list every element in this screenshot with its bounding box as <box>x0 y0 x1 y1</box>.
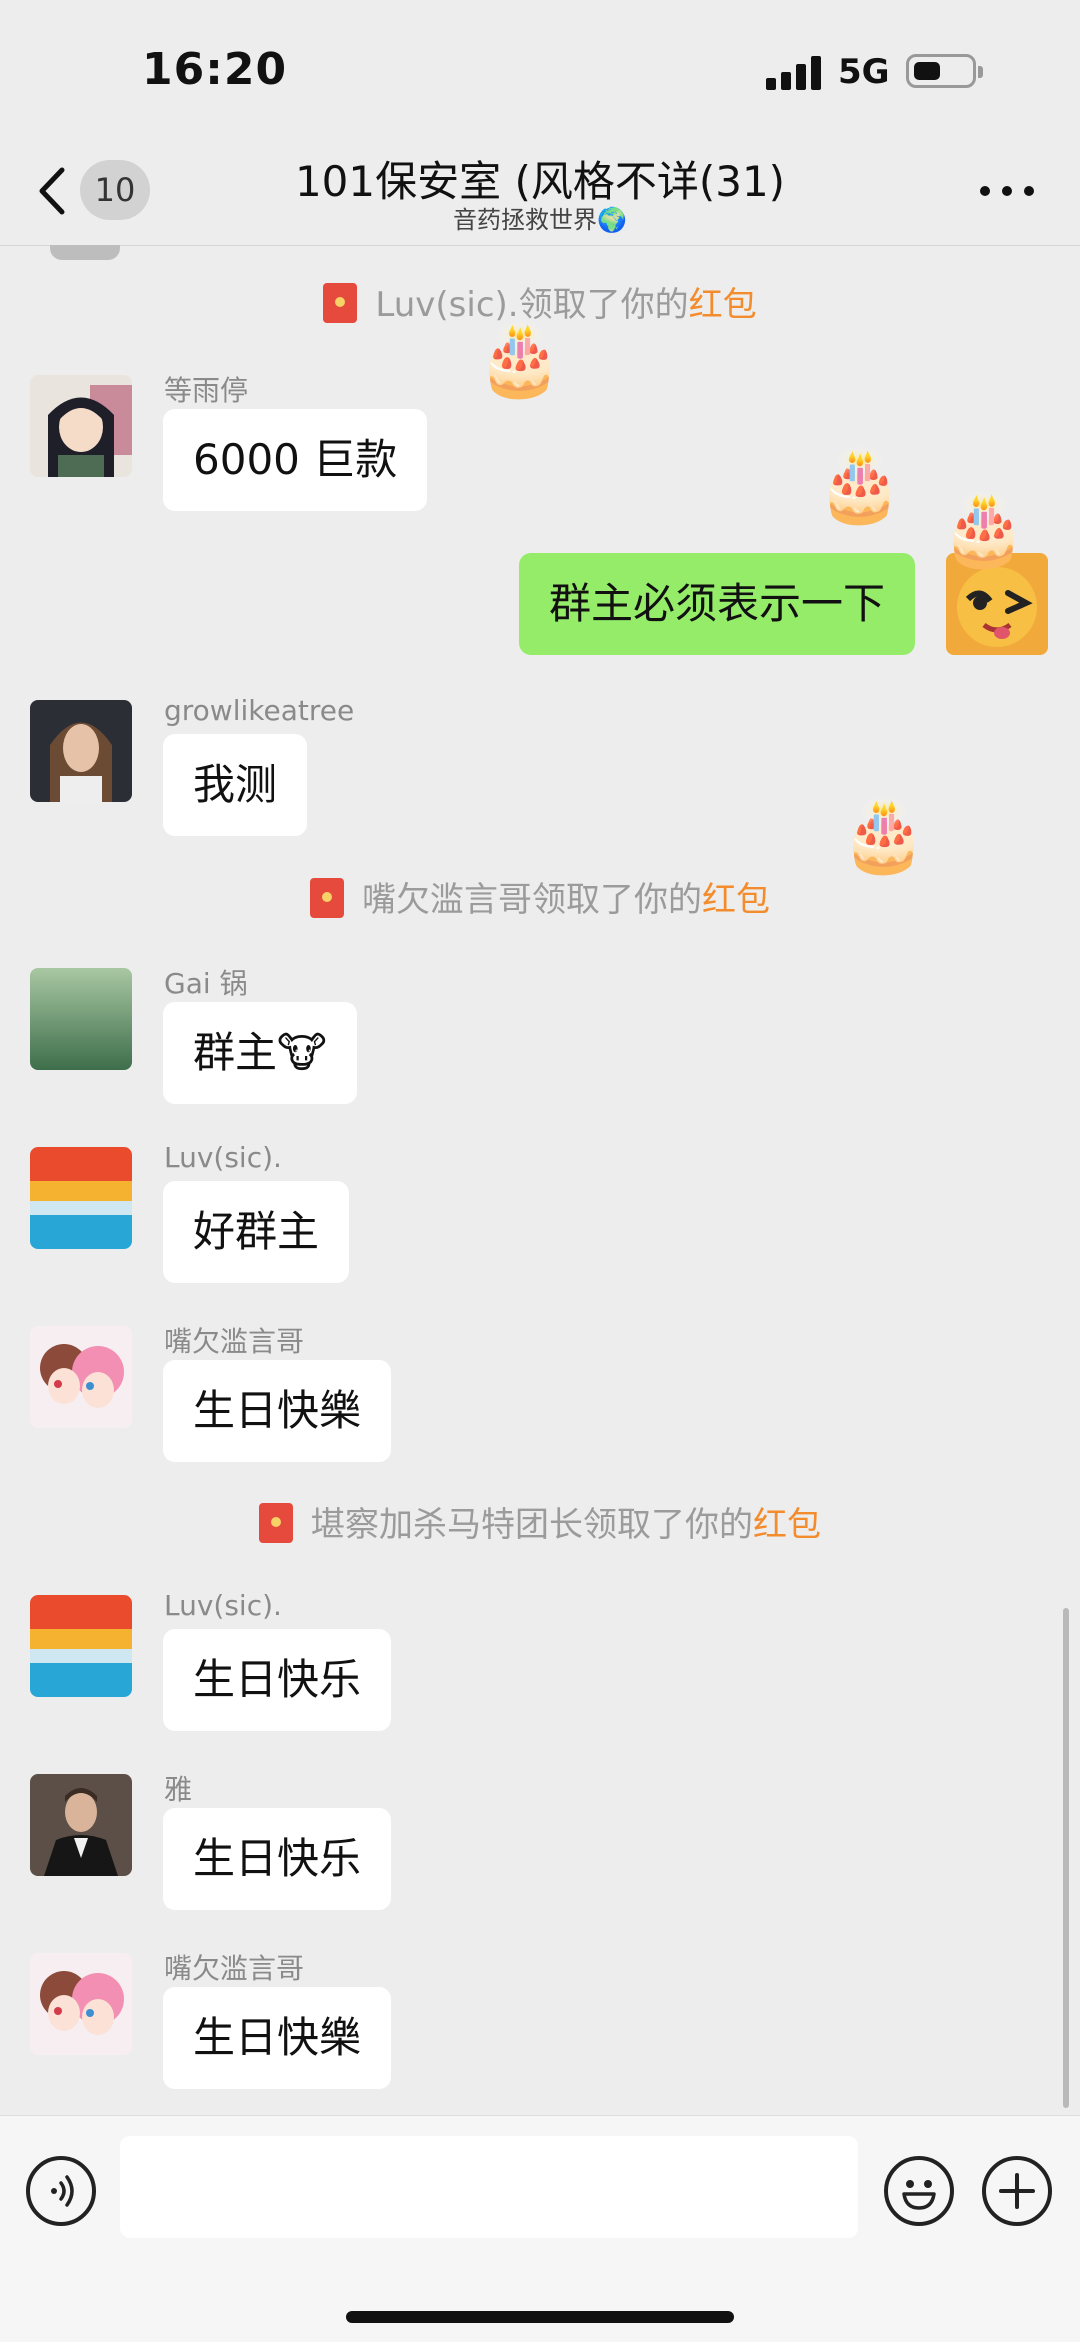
woman-photo-avatar[interactable] <box>30 700 132 802</box>
signal-icon <box>766 56 822 90</box>
cake-emoji: 🎂 <box>840 794 928 876</box>
green-gradient-avatar[interactable] <box>30 968 132 1070</box>
sender-name: Gai 锅 <box>164 967 248 1000</box>
red-envelope-icon <box>310 877 344 918</box>
sender-name: Luv(sic). <box>164 1589 282 1622</box>
home-indicator[interactable] <box>346 2311 734 2323</box>
message-bubble[interactable]: 6000 巨款 <box>163 409 428 511</box>
message-list[interactable]: Luv(sic).领取了你的红包 等雨停 6000 巨款 群主必须表示一下 gr… <box>0 245 1080 2115</box>
sender-name: 嘴欠滥言哥 <box>164 1952 305 1985</box>
avatar <box>50 245 120 260</box>
sunset-avatar[interactable] <box>30 1595 132 1697</box>
pink-anime-avatar[interactable] <box>30 1953 132 2055</box>
cake-emoji: 🎂 <box>940 488 1028 570</box>
sender-name: Luv(sic). <box>164 1141 282 1174</box>
status-bar: 16:20 5G <box>0 0 1080 140</box>
red-envelope-icon <box>259 1502 293 1543</box>
red-envelope-link[interactable]: 红包 <box>689 285 757 325</box>
anime-girl-avatar[interactable] <box>30 375 132 477</box>
message-bubble[interactable]: 生日快乐 <box>163 1629 392 1731</box>
system-message: 嘴欠滥言哥领取了你的红包 <box>0 872 1080 922</box>
network-type: 5G <box>838 52 890 92</box>
plus-icon <box>999 2173 1035 2209</box>
red-envelope-icon <box>323 282 358 323</box>
battery-icon <box>906 54 983 88</box>
status-time: 16:20 <box>142 44 288 95</box>
voice-button[interactable] <box>26 2156 96 2226</box>
chat-header: 10 101保安室 (风格不详(31) 音药拯救世界🌍 <box>0 140 1080 246</box>
cake-emoji: 🎂 <box>816 444 904 526</box>
system-message: 堪察加杀马特团长领取了你的红包 <box>0 1497 1080 1547</box>
emoji-icon <box>902 2180 936 2210</box>
sender-name: growlikeatree <box>164 694 355 727</box>
message-bubble[interactable]: 生日快樂 <box>163 1987 392 2089</box>
voice-icon <box>51 2175 74 2207</box>
system-message-text: 堪察加杀马特团长领取了你的 <box>311 1505 753 1545</box>
man-suit-avatar[interactable] <box>30 1774 132 1876</box>
pink-anime-avatar[interactable] <box>30 1326 132 1428</box>
red-envelope-link[interactable]: 红包 <box>753 1505 821 1545</box>
emoji-button[interactable] <box>884 2156 954 2226</box>
red-envelope-link[interactable]: 红包 <box>702 880 770 920</box>
sunset-avatar[interactable] <box>30 1147 132 1249</box>
input-bar <box>0 2115 1080 2342</box>
sender-name: 嘴欠滥言哥 <box>164 1325 305 1358</box>
message-input[interactable] <box>120 2136 858 2238</box>
chat-subtitle: 音药拯救世界🌍 <box>453 206 627 234</box>
plus-button[interactable] <box>982 2156 1052 2226</box>
system-message-text: 嘴欠滥言哥领取了你的 <box>362 880 702 920</box>
sender-name: 等雨停 <box>164 374 249 407</box>
message-bubble[interactable]: 生日快乐 <box>163 1808 392 1910</box>
message-bubble[interactable]: 生日快樂 <box>163 1360 392 1462</box>
more-options-button[interactable] <box>980 182 1040 202</box>
message-bubble[interactable]: 群主🐮 <box>163 1002 357 1104</box>
own-message-bubble[interactable]: 群主必须表示一下 <box>518 553 915 655</box>
message-bubble[interactable]: 我测 <box>163 734 308 836</box>
message-bubble[interactable]: 好群主 <box>163 1181 350 1283</box>
scrollbar[interactable] <box>1063 1608 1069 2108</box>
sender-name: 雅 <box>164 1773 193 1806</box>
cake-emoji: 🎂 <box>476 318 564 400</box>
